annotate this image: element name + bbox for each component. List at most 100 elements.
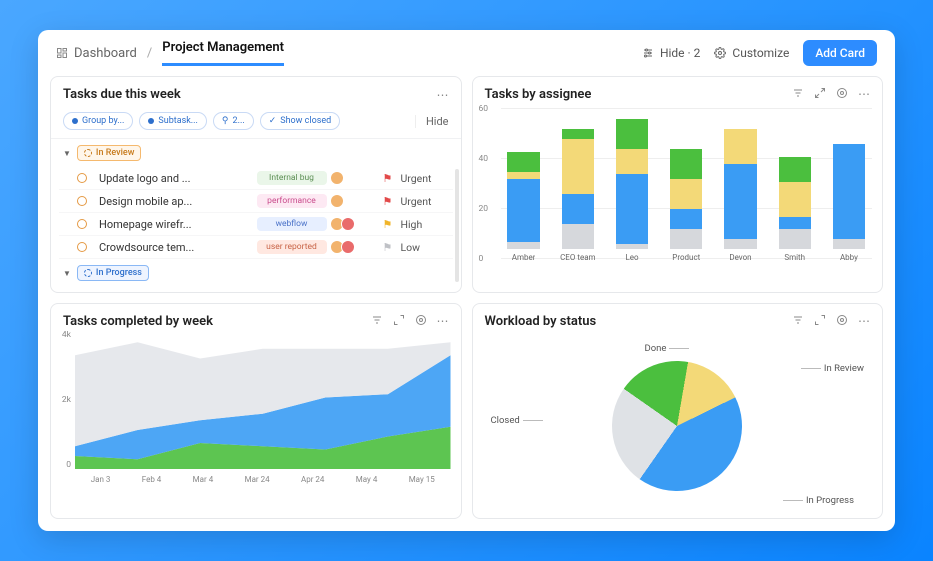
card-workload: Workload by status ⋯ DoneIn ReviewIn Pro… — [472, 303, 884, 520]
filter-subtask[interactable]: Subtask... — [139, 112, 207, 130]
filter-count[interactable]: ⚲2... — [213, 112, 254, 130]
hide-button[interactable]: Hide · 2 — [642, 46, 700, 60]
chevron-down-icon: ▼ — [63, 149, 71, 158]
add-card-button[interactable]: Add Card — [803, 40, 877, 66]
pie-label: Closed — [491, 415, 543, 426]
gear-icon[interactable] — [836, 87, 848, 102]
bar-segment — [507, 152, 539, 172]
task-row[interactable]: Update logo and ...Internal bug⚑Urgent — [59, 167, 453, 190]
top-actions: Hide · 2 Customize Add Card — [642, 40, 877, 66]
breadcrumb-separator: / — [147, 46, 152, 61]
gear-icon — [714, 47, 726, 59]
filter-groupby[interactable]: Group by... — [63, 112, 133, 130]
avatar — [341, 240, 355, 254]
bar-segment — [779, 229, 811, 249]
group-in-progress[interactable]: ▼ In Progress — [59, 259, 453, 287]
filter-icon[interactable] — [792, 87, 804, 102]
bar-segment — [616, 149, 648, 174]
bar-segment — [724, 129, 756, 164]
scrollbar[interactable] — [455, 169, 459, 282]
x-tick: Mar 4 — [193, 475, 214, 484]
bar-segment — [507, 172, 539, 180]
x-tick: May 15 — [409, 475, 435, 484]
pie-chart: DoneIn ReviewIn ProgressClosed — [473, 335, 883, 519]
more-icon[interactable]: ⋯ — [437, 88, 449, 102]
bar-segment — [562, 194, 594, 224]
status-circle-icon — [77, 219, 87, 229]
area-chart: 02k4kJan 3Feb 4Mar 4Mar 24Apr 24May 4May… — [51, 335, 461, 519]
card-tasks-due: Tasks due this week ⋯ Group by... Subtas… — [50, 76, 462, 293]
bar-chart: 0204060AmberCEO teamLeoProductDevonSmith… — [473, 108, 883, 292]
task-row[interactable]: Crowdsource tem... user reported ⚑ Low — [59, 236, 453, 259]
task-name: Homepage wirefr... — [99, 218, 251, 231]
gear-icon[interactable] — [415, 314, 427, 329]
bar-segment — [833, 144, 865, 239]
status-circle-icon — [77, 173, 87, 183]
bar-segment — [507, 242, 539, 250]
more-icon[interactable]: ⋯ — [858, 87, 870, 102]
avatar — [330, 171, 344, 185]
task-tag: Internal bug — [257, 171, 327, 185]
more-icon[interactable]: ⋯ — [437, 314, 449, 329]
bar-label: Abby — [840, 253, 858, 262]
top-bar: Dashboard / Project Management Hide · 2 … — [38, 30, 895, 66]
x-tick: Jan 3 — [91, 475, 111, 484]
bar-segment — [616, 119, 648, 149]
bar-segment — [670, 229, 702, 249]
bar-segment — [833, 239, 865, 249]
bar-segment — [779, 182, 811, 217]
card-title: Tasks due this week — [63, 87, 181, 102]
flag-icon: ⚑ — [383, 195, 395, 208]
expand-icon[interactable] — [814, 87, 826, 102]
task-row[interactable]: Homepage wirefr...webflow⚑High — [59, 213, 453, 236]
bar-segment — [724, 164, 756, 239]
more-icon[interactable]: ⋯ — [858, 314, 870, 329]
pie — [587, 336, 768, 517]
task-list: ▼ In Review Update logo and ...Internal … — [51, 139, 461, 292]
task-name: Crowdsource tem... — [99, 241, 251, 254]
bar-segment — [779, 217, 811, 230]
x-tick: Feb 4 — [142, 475, 162, 484]
bar-label: Product — [672, 253, 700, 262]
filter-showclosed[interactable]: ✓Show closed — [260, 112, 341, 130]
avatar — [330, 194, 344, 208]
status-circle-icon — [77, 242, 87, 252]
card-tasks-completed: Tasks completed by week ⋯ 02k4kJan 3Feb … — [50, 303, 462, 520]
task-name: Design mobile ap... — [99, 195, 251, 208]
dashboard-icon — [56, 47, 68, 59]
expand-icon[interactable] — [814, 314, 826, 329]
hide-link[interactable]: Hide — [415, 115, 449, 128]
bar-segment — [616, 244, 648, 249]
flag-icon: ⚑ — [383, 241, 395, 254]
customize-button[interactable]: Customize — [714, 46, 789, 60]
task-tag: user reported — [257, 240, 327, 254]
card-tasks-assignee: Tasks by assignee ⋯ 0204060AmberCEO team… — [472, 76, 884, 293]
x-tick: Mar 24 — [245, 475, 270, 484]
flag-icon: ⚑ — [383, 218, 395, 231]
bar-segment — [562, 129, 594, 139]
chevron-down-icon: ▼ — [63, 269, 71, 278]
expand-icon[interactable] — [393, 314, 405, 329]
gear-icon[interactable] — [836, 314, 848, 329]
filters-row: Group by... Subtask... ⚲2... ✓Show close… — [51, 108, 461, 139]
pie-label: Done — [644, 343, 689, 354]
filter-icon[interactable] — [371, 314, 383, 329]
bar-segment — [670, 149, 702, 179]
task-assignees — [333, 171, 377, 185]
task-assignees — [333, 194, 377, 208]
task-row[interactable]: Design mobile ap...performance⚑Urgent — [59, 190, 453, 213]
pie-label: In Progress — [783, 495, 854, 506]
x-tick: Apr 24 — [301, 475, 324, 484]
priority-label: Low — [401, 241, 449, 254]
priority-label: Urgent — [401, 172, 449, 185]
filter-icon[interactable] — [792, 314, 804, 329]
bar-label: Amber — [512, 253, 536, 262]
card-title: Tasks by assignee — [485, 87, 592, 102]
group-in-review[interactable]: ▼ In Review — [59, 139, 453, 167]
flag-icon: ⚑ — [383, 172, 395, 185]
breadcrumb-current[interactable]: Project Management — [162, 40, 284, 66]
breadcrumb-parent[interactable]: Dashboard — [56, 46, 137, 61]
bar-segment — [670, 209, 702, 229]
bar-segment — [616, 174, 648, 244]
bar-segment — [670, 179, 702, 209]
